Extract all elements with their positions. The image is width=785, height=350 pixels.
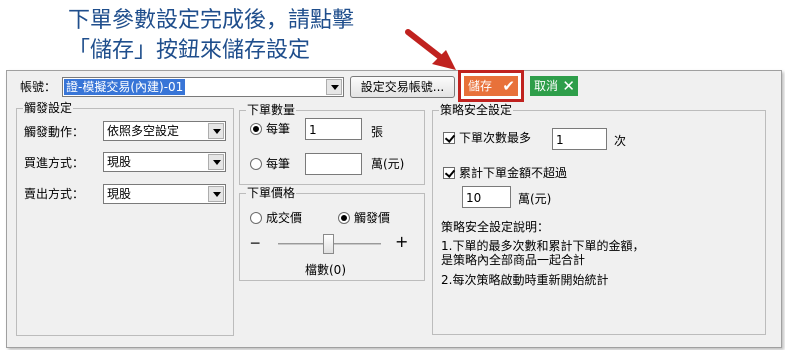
cancel-button-label: 取消 xyxy=(534,79,559,93)
buy-method-value: 現股 xyxy=(107,155,132,169)
save-highlight-box: 儲存 ✔ xyxy=(458,70,524,102)
plus-icon[interactable]: + xyxy=(395,234,408,250)
quantity-lots-label: 每筆 xyxy=(266,122,291,136)
price-tick-label: 檔數(0) xyxy=(305,263,346,277)
max-orders-input[interactable]: 1 xyxy=(552,128,607,150)
safety-desc-title: 策略安全設定說明： xyxy=(441,220,550,234)
trigger-settings-title: 觸發設定 xyxy=(23,101,74,115)
chevron-down-icon[interactable] xyxy=(326,79,342,95)
chevron-down-icon[interactable] xyxy=(208,154,224,170)
safety-desc-line2: 是策略內全部商品一起合計 xyxy=(441,253,586,267)
sell-method-select[interactable]: 現股 xyxy=(103,184,226,204)
max-amount-label: 累計下單金額不超過 xyxy=(459,166,568,180)
trigger-action-label: 觸發動作： xyxy=(24,125,85,139)
trigger-action-select[interactable]: 依照多空設定 xyxy=(103,121,226,141)
price-trigger-label: 觸發價 xyxy=(354,211,391,225)
banner-line-1: 下單參數設定完成後，請點擊 xyxy=(68,8,355,33)
pointer-arrow-icon xyxy=(405,29,456,70)
instruction-banner: 下單參數設定完成後，請點擊 「儲存」按鈕來儲存設定 xyxy=(68,6,354,66)
cancel-button[interactable]: 取消 ✕ xyxy=(530,76,578,96)
max-orders-checkbox[interactable] xyxy=(443,132,455,144)
trigger-action-value: 依照多空設定 xyxy=(107,124,180,138)
set-account-button[interactable]: 設定交易帳號... xyxy=(350,76,455,98)
max-orders-label: 下單次數最多 xyxy=(459,131,532,145)
max-orders-value: 1 xyxy=(556,133,564,147)
quantity-amount-label: 每筆 xyxy=(266,157,291,171)
max-amount-unit: 萬(元) xyxy=(518,192,552,206)
quantity-title: 下單數量 xyxy=(246,103,297,117)
quantity-amount-radio[interactable] xyxy=(250,158,262,170)
quantity-amount-input[interactable] xyxy=(305,153,362,175)
sell-method-value: 現股 xyxy=(107,187,132,201)
buy-method-select[interactable]: 現股 xyxy=(103,152,226,172)
minus-icon[interactable]: ─ xyxy=(251,236,259,252)
account-label: 帳號： xyxy=(20,80,57,94)
quantity-lots-radio[interactable] xyxy=(250,123,262,135)
safety-settings-title: 策略安全設定 xyxy=(439,103,514,117)
chevron-down-icon[interactable] xyxy=(208,186,224,202)
sell-method-label: 賣出方式： xyxy=(24,187,85,201)
quantity-lots-value: 1 xyxy=(309,123,317,137)
max-amount-value: 10 xyxy=(466,191,482,205)
quantity-amount-unit: 萬(元) xyxy=(371,157,405,171)
banner-line-2: 「儲存」按鈕來儲存設定 xyxy=(68,38,311,63)
quantity-lots-unit: 張 xyxy=(371,125,384,139)
price-deal-label: 成交價 xyxy=(266,211,303,225)
quantity-lots-input[interactable]: 1 xyxy=(305,118,362,140)
price-deal-radio[interactable] xyxy=(250,212,262,224)
safety-desc-line3: 2.每次策略啟動時重新開始統計 xyxy=(441,273,609,287)
trigger-settings-group: 觸發設定 xyxy=(16,101,234,336)
price-tick-slider-thumb[interactable] xyxy=(323,234,334,254)
max-orders-unit: 次 xyxy=(614,134,627,148)
account-selected-value: 證-模擬交易(內建)-01 xyxy=(64,79,186,95)
account-select[interactable]: 證-模擬交易(內建)-01 xyxy=(62,77,344,97)
price-trigger-radio[interactable] xyxy=(338,212,350,224)
x-icon: ✕ xyxy=(562,77,575,95)
save-button[interactable]: 儲存 ✔ xyxy=(464,76,518,96)
chevron-down-icon[interactable] xyxy=(208,123,224,139)
buy-method-label: 買進方式： xyxy=(24,156,85,170)
save-button-label: 儲存 xyxy=(468,79,493,93)
price-title: 下單價格 xyxy=(246,186,297,200)
check-icon: ✔ xyxy=(502,77,515,95)
max-amount-checkbox[interactable] xyxy=(443,167,455,179)
max-amount-input[interactable]: 10 xyxy=(462,186,511,208)
